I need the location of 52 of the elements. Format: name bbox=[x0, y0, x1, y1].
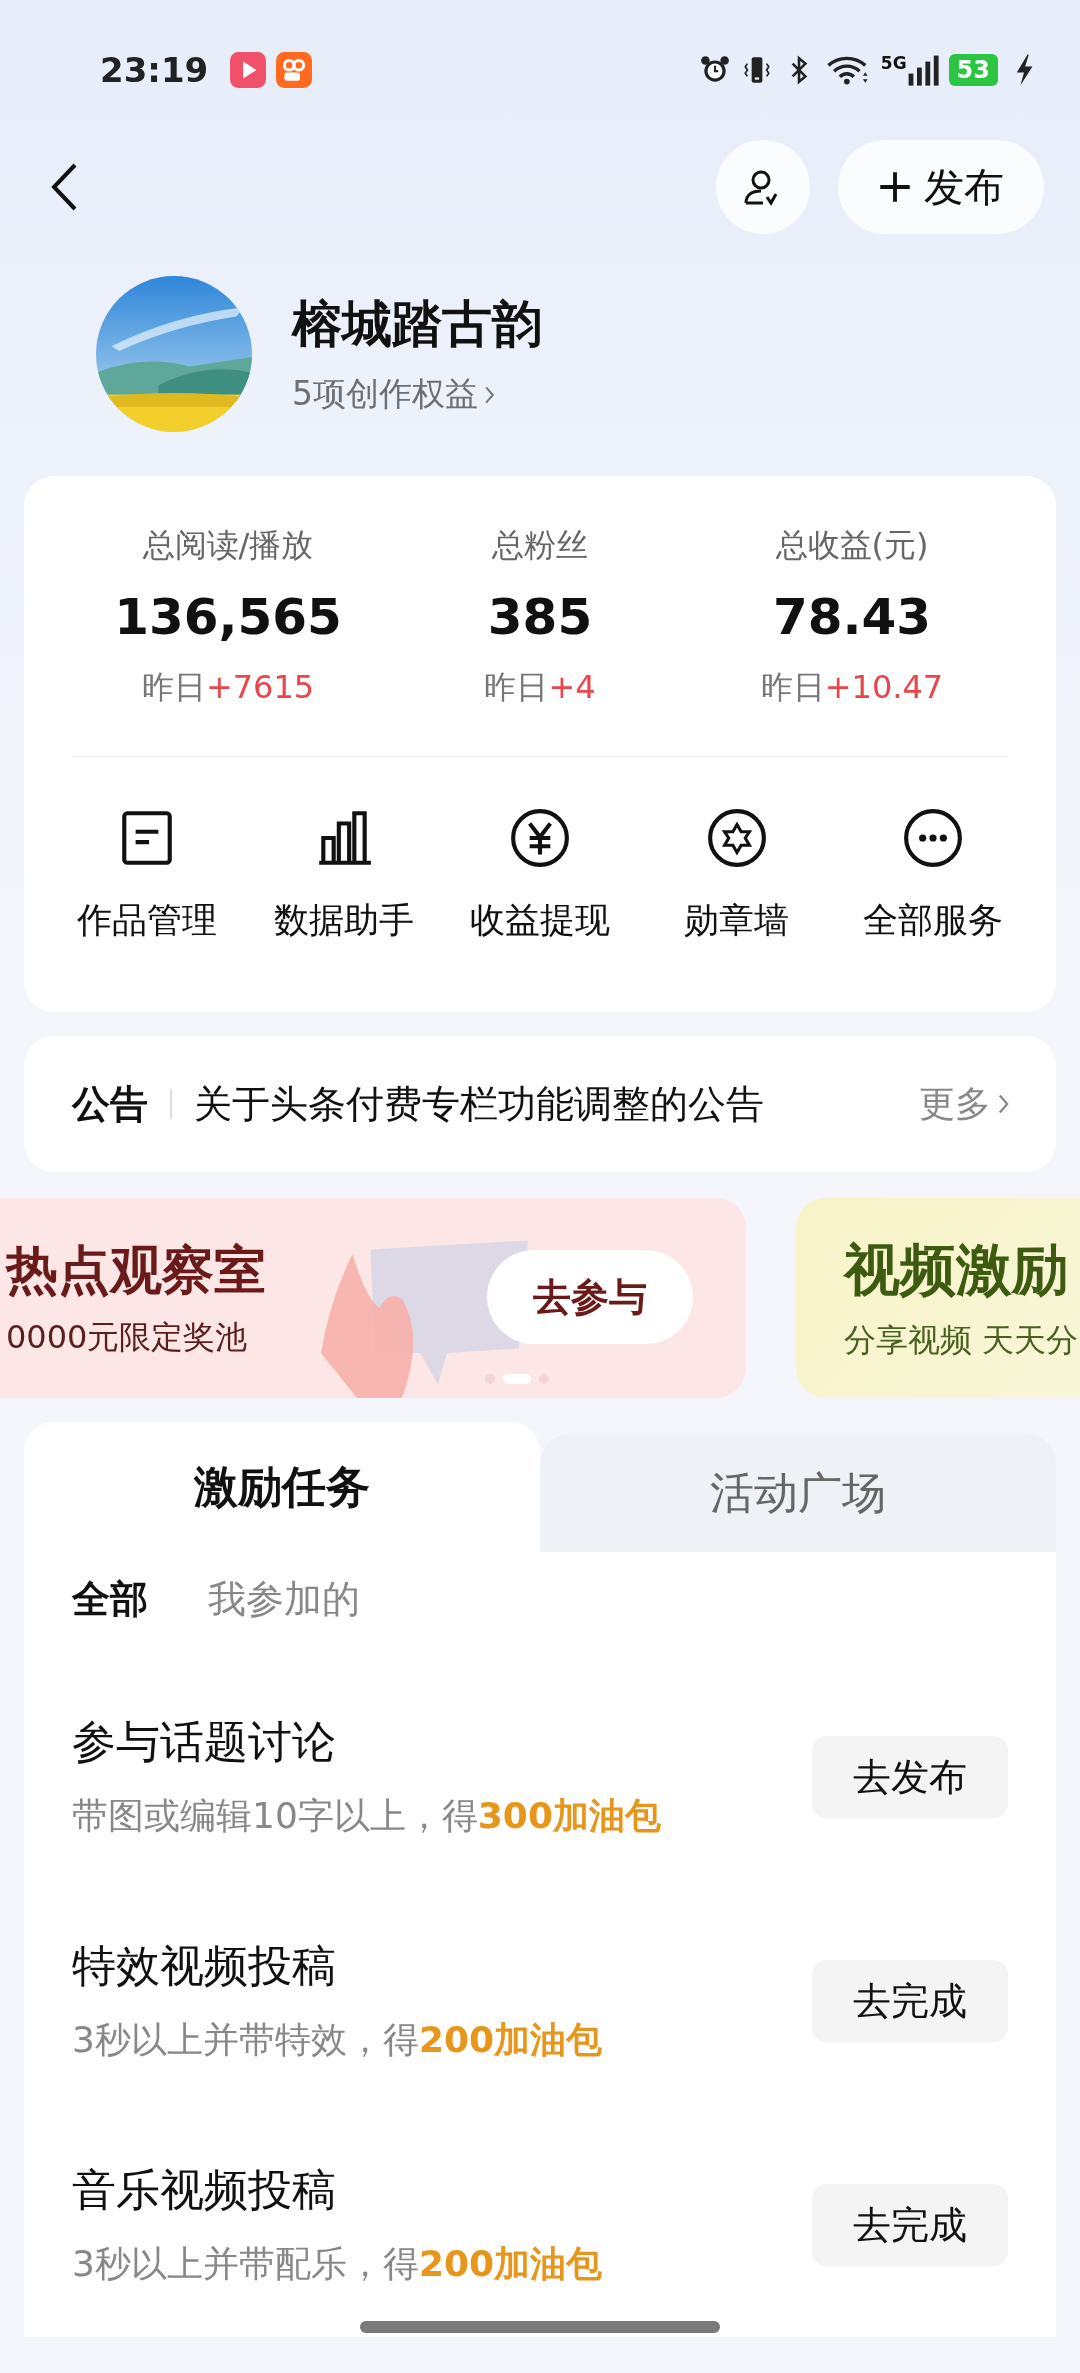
stat-label: 总收益(元) bbox=[775, 525, 929, 566]
star-badge-icon bbox=[705, 807, 768, 869]
service-item[interactable]: 勋章墙 bbox=[641, 807, 832, 944]
join-button[interactable]: 去参与 bbox=[487, 1250, 693, 1344]
task-description: 带图或编辑10字以上，得300加油包 bbox=[72, 1794, 661, 1838]
plus-icon bbox=[878, 170, 912, 204]
camera-app-icon bbox=[276, 52, 313, 88]
filter-tab[interactable]: 全部 bbox=[72, 1574, 148, 1625]
stat-label: 总阅读/播放 bbox=[142, 525, 314, 566]
stat-change: 昨日+4 bbox=[484, 667, 596, 708]
service-item[interactable]: 全部服务 bbox=[838, 807, 1028, 944]
banner-subtitle: 分享视频 天天分 bbox=[844, 1320, 1079, 1361]
status-time: 23:19 bbox=[100, 50, 209, 90]
stat-value: 385 bbox=[487, 588, 593, 646]
task-button[interactable]: 去完成 bbox=[812, 2184, 1008, 2266]
stat-value: 136,565 bbox=[114, 588, 342, 646]
service-item[interactable]: 收益提现 bbox=[445, 807, 635, 944]
service-item[interactable]: 作品管理 bbox=[52, 807, 242, 944]
account-name: 榕城踏古韵 bbox=[292, 294, 542, 355]
chevron-icon bbox=[484, 384, 495, 405]
tab[interactable]: 激励任务 bbox=[24, 1422, 540, 1552]
task-title: 特效视频投稿 bbox=[72, 1939, 337, 1993]
network-type: 5G bbox=[880, 53, 907, 73]
task-description: 3秒以上并带特效，得200加油包 bbox=[72, 2018, 603, 2062]
stat-change: 昨日+10.47 bbox=[760, 667, 944, 708]
chevron-icon bbox=[997, 1093, 1010, 1115]
stat-change: 昨日+7615 bbox=[141, 667, 315, 708]
yen-icon bbox=[509, 807, 571, 869]
banner-subtitle: 0000元限定奖池 bbox=[6, 1317, 249, 1358]
banner-card[interactable]: 视频激励 分享视频 天天分 bbox=[796, 1198, 1080, 1398]
more-icon bbox=[902, 807, 964, 869]
tab[interactable]: 活动广场 bbox=[540, 1434, 1056, 1552]
task-title: 音乐视频投稿 bbox=[72, 2163, 337, 2217]
task-button[interactable]: 去发布 bbox=[812, 1736, 1008, 1818]
stat-value: 78.43 bbox=[772, 588, 932, 646]
stat-label: 总粉丝 bbox=[492, 525, 588, 566]
play-app-icon bbox=[230, 52, 267, 88]
task-title: 参与话题讨论 bbox=[72, 1715, 337, 1769]
benefits-link[interactable]: 5项创作权益 bbox=[292, 372, 542, 417]
battery-indicator: 53 bbox=[948, 54, 998, 86]
banner-title: 热点观察室 bbox=[6, 1239, 266, 1302]
notice-label: 公告 bbox=[72, 1080, 148, 1128]
banner-card[interactable]: 热点观察室 0000元限定奖池 去参与 bbox=[0, 1198, 746, 1398]
task-button[interactable]: 去完成 bbox=[812, 1960, 1008, 2042]
more-link[interactable]: 更多 bbox=[919, 1079, 1010, 1129]
publish-button[interactable]: 发布 bbox=[838, 140, 1044, 234]
banner-title: 视频激励 bbox=[844, 1236, 1069, 1304]
notice-text: 关于头条付费专栏功能调整的公告 bbox=[194, 1080, 765, 1128]
task-description: 3秒以上并带配乐，得200加油包 bbox=[72, 2242, 603, 2286]
service-item[interactable]: 数据助手 bbox=[248, 807, 439, 944]
filter-tab[interactable]: 我参加的 bbox=[208, 1574, 360, 1625]
notice-bar[interactable]: 公告 关于头条付费专栏功能调整的公告 更多 bbox=[24, 1036, 1056, 1172]
